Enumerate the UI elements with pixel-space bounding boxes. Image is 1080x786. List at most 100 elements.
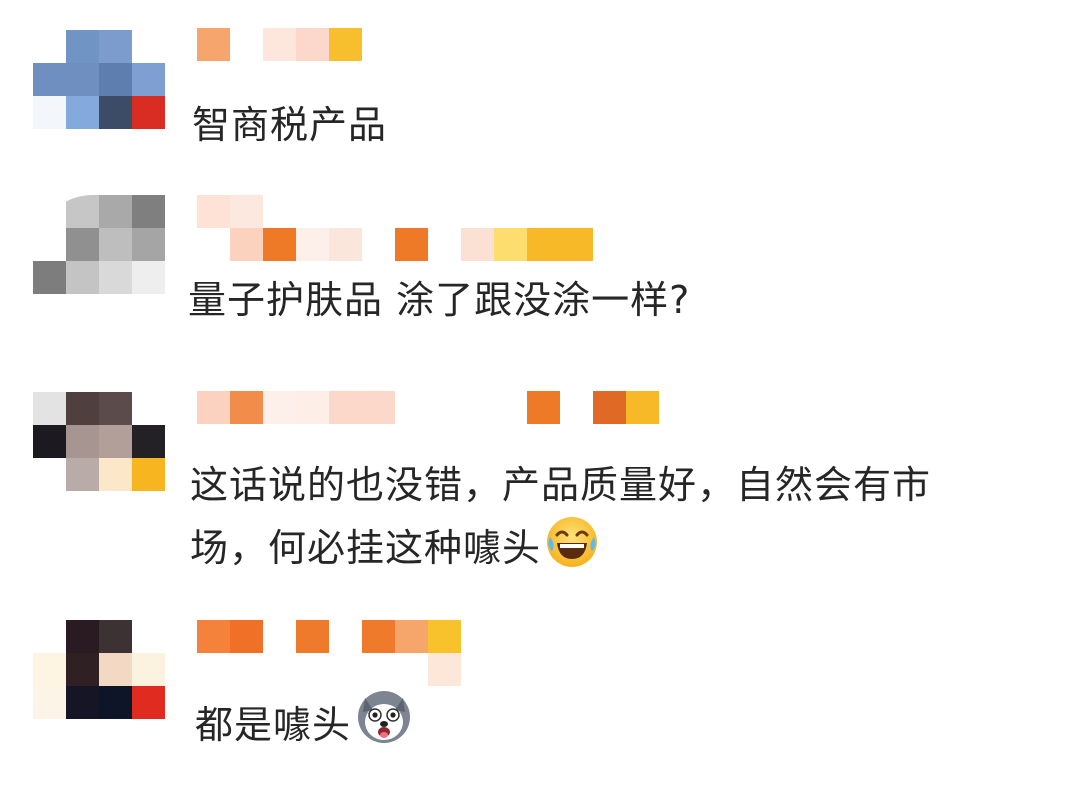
username-pixel: [296, 28, 329, 61]
username-mosaic-row: [197, 653, 461, 686]
username-pixel: [197, 61, 230, 94]
avatar-pixel: [99, 686, 132, 719]
avatar-pixel: [66, 96, 99, 129]
username-pixel: [329, 61, 362, 94]
avatar-pixel: [99, 195, 132, 228]
avatar[interactable]: [33, 195, 165, 294]
avatar-pixel: [99, 261, 132, 294]
avatar-pixel: [99, 653, 132, 686]
comment-text-content: 量子护肤品 涂了跟没涂一样?: [188, 278, 691, 322]
username-pixel: [461, 228, 494, 261]
username-pixel: [230, 61, 263, 94]
comment-text-content: 智商税产品: [192, 103, 388, 147]
avatar-pixel: [66, 63, 99, 96]
username-pixel: [296, 228, 329, 261]
comment-item: 量子护肤品 涂了跟没涂一样?: [0, 175, 1080, 370]
username-pixel: [527, 195, 560, 228]
avatar-pixel: [132, 63, 165, 96]
avatar-pixel: [132, 30, 165, 63]
avatar-pixel: [33, 686, 66, 719]
username-pixel: [395, 195, 428, 228]
username-pixel: [494, 195, 527, 228]
username-mosaic-row: [197, 61, 362, 94]
username-pixel: [263, 620, 296, 653]
username-pixel: [329, 653, 362, 686]
comment-text: 都是噱头: [195, 688, 413, 763]
avatar-pixel: [33, 63, 66, 96]
avatar-pixel: [66, 228, 99, 261]
username-pixel: [461, 391, 494, 424]
dog-emoji-icon: [355, 688, 413, 763]
username-pixel: [230, 228, 263, 261]
avatar-pixel: [33, 620, 66, 653]
username-pixel: [329, 620, 362, 653]
username-pixel: [197, 228, 230, 261]
username-pixel: [494, 391, 527, 424]
username-blurred[interactable]: [197, 28, 362, 94]
avatar-pixel: [66, 261, 99, 294]
avatar-pixel: [66, 686, 99, 719]
avatar-pixel: [132, 228, 165, 261]
username-pixel: [230, 620, 263, 653]
avatar-pixel: [99, 620, 132, 653]
avatar-pixel: [99, 228, 132, 261]
username-blurred[interactable]: [197, 620, 461, 686]
username-pixel: [494, 228, 527, 261]
username-pixel: [263, 653, 296, 686]
username-pixel: [428, 391, 461, 424]
avatar-pixel: [33, 96, 66, 129]
username-pixel: [362, 228, 395, 261]
username-pixel: [461, 195, 494, 228]
username-pixel: [263, 391, 296, 424]
avatar-pixel: [132, 458, 165, 491]
avatar-pixel: [132, 686, 165, 719]
avatar-pixel: [99, 63, 132, 96]
username-pixel: [197, 620, 230, 653]
avatar-pixel: [99, 425, 132, 458]
username-mosaic-row: [197, 195, 593, 228]
avatar[interactable]: [33, 30, 165, 129]
comment-text: 智商税产品: [192, 95, 387, 155]
comment-text-line-2-wrap: 场，何必挂这种噱头: [190, 515, 931, 586]
avatar-pixel: [33, 228, 66, 261]
username-pixel: [527, 228, 560, 261]
avatar-pixel: [33, 458, 66, 491]
username-pixel: [263, 228, 296, 261]
username-blurred[interactable]: [197, 391, 659, 424]
username-pixel: [560, 228, 593, 261]
avatar-pixel: [66, 653, 99, 686]
username-mosaic-row: [197, 28, 362, 61]
comment-item: 都是噱头: [0, 600, 1080, 786]
username-pixel: [362, 391, 395, 424]
comment-text-line-1: 这话说的也没错，产品质量好，自然会有市: [190, 463, 932, 507]
avatar-pixel: [99, 392, 132, 425]
username-mosaic-row: [197, 391, 659, 424]
comment-item: 这话说的也没错，产品质量好，自然会有市 场，何必挂这种噱头: [0, 370, 1080, 600]
username-pixel: [197, 391, 230, 424]
username-pixel: [263, 28, 296, 61]
avatar-pixel: [66, 30, 99, 63]
username-pixel: [230, 391, 263, 424]
avatar[interactable]: [33, 620, 165, 719]
avatar-pixel: [33, 195, 66, 228]
avatar-pixel: [33, 261, 66, 294]
comment-text: 这话说的也没错，产品质量好，自然会有市 场，何必挂这种噱头: [190, 455, 931, 586]
avatar-pixel: [66, 458, 99, 491]
username-pixel: [296, 195, 329, 228]
comment-item: 智商税产品: [0, 0, 1080, 175]
username-blurred[interactable]: [197, 195, 593, 261]
avatar[interactable]: [33, 392, 165, 491]
username-pixel: [230, 653, 263, 686]
username-pixel: [626, 391, 659, 424]
avatar-pixel: [33, 30, 66, 63]
username-pixel: [230, 195, 263, 228]
avatar-pixel: [132, 425, 165, 458]
comment-text: 量子护肤品 涂了跟没涂一样?: [188, 270, 690, 330]
avatar-pixel: [66, 392, 99, 425]
username-mosaic-row: [197, 620, 461, 653]
username-pixel: [230, 28, 263, 61]
username-pixel: [428, 228, 461, 261]
username-pixel: [428, 653, 461, 686]
avatar-pixel: [132, 620, 165, 653]
username-pixel: [395, 391, 428, 424]
